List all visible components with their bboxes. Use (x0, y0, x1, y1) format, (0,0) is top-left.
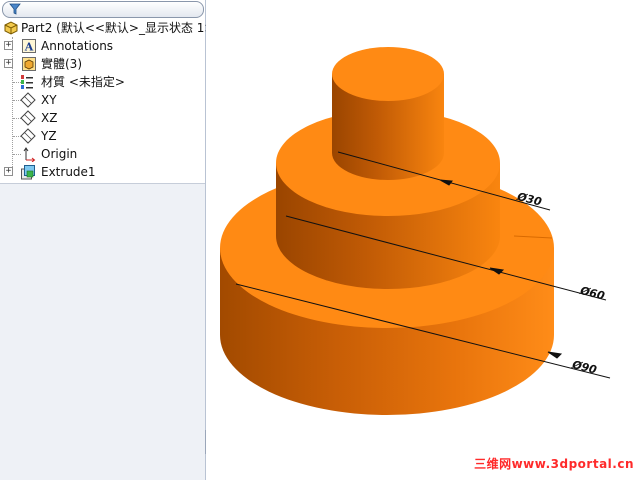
graphics-viewport[interactable]: Ø30 Ø60 Ø90 三维网www.3dportal.cn (206, 0, 640, 480)
origin-icon (23, 147, 36, 162)
material-icon (21, 75, 33, 89)
feature-tree: Part2 (默认<<默认>_显示状态 1> + A Annotations + (0, 0, 215, 184)
watermark-text: 三维网www.3dportal.cn (474, 457, 634, 471)
svg-text:A: A (24, 41, 34, 54)
plane-icon (20, 128, 36, 144)
tree-item-plane-xy[interactable]: XY (0, 91, 205, 109)
tree-item-annotations[interactable]: + A Annotations (0, 37, 205, 55)
tree-item-label: Annotations (41, 39, 114, 53)
plane-icon (20, 92, 36, 108)
tree-item-plane-xz[interactable]: XZ (0, 109, 205, 127)
tree-item-label: XZ (41, 111, 58, 125)
filter-bar[interactable] (2, 1, 204, 18)
cylinder-top[interactable] (332, 47, 444, 180)
tree-item-part[interactable]: Part2 (默认<<默认>_显示状态 1> (0, 19, 215, 37)
solidworks-window: Part2 (默认<<默认>_显示状态 1> + A Annotations + (0, 0, 640, 480)
tree-item-extrude1[interactable]: + Extrude1 (0, 163, 205, 181)
model-render (220, 47, 611, 415)
tree-item-label: 材質 <未指定> (41, 75, 125, 89)
part-icon (4, 21, 18, 35)
tree-item-label: Extrude1 (41, 165, 96, 179)
expand-toggle[interactable]: + (4, 41, 13, 50)
expand-toggle[interactable]: + (4, 59, 13, 68)
tree-item-material[interactable]: 材質 <未指定> (0, 73, 205, 91)
plane-icon (20, 110, 36, 126)
annotations-icon: A (22, 39, 36, 54)
expand-toggle[interactable]: + (4, 167, 13, 176)
tree-item-plane-yz[interactable]: YZ (0, 127, 205, 145)
extrude-icon (21, 165, 35, 180)
part-label: Part2 (默认<<默认>_显示状态 1> (21, 21, 215, 35)
tree-item-solid-bodies[interactable]: + 實體(3) (0, 55, 205, 73)
filter-icon[interactable] (7, 2, 23, 16)
tree-item-label: YZ (41, 129, 57, 143)
tree-item-origin[interactable]: Origin (0, 145, 205, 163)
tree-item-label: 實體(3) (41, 57, 82, 71)
solid-bodies-icon (22, 57, 36, 71)
tree-item-label: XY (41, 93, 57, 107)
feature-manager-panel: Part2 (默认<<默认>_显示状态 1> + A Annotations + (0, 0, 215, 480)
tree-item-label: Origin (41, 147, 78, 161)
